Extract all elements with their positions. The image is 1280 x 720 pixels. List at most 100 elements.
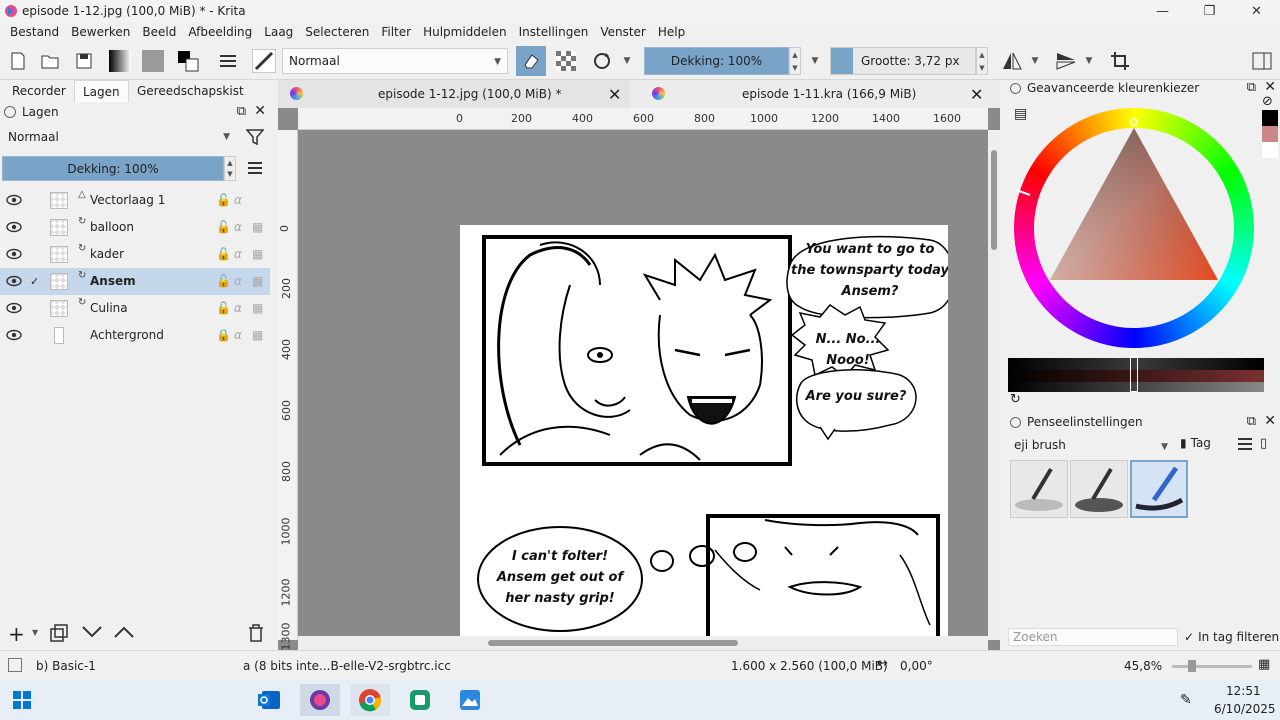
layer-opacity-spinner[interactable]: ▲ ▼: [224, 156, 236, 181]
blend-mode-select[interactable]: Normaal ▼: [282, 48, 508, 74]
save-icon[interactable]: [72, 49, 96, 73]
layer-row-achtergrond[interactable]: Achtergrond 🔒 α ▦: [0, 322, 270, 349]
pin-icon[interactable]: [1010, 416, 1021, 428]
inherit-alpha-icon[interactable]: ▦: [252, 328, 263, 342]
zoom-slider[interactable]: [1172, 665, 1252, 668]
layer-row-kader[interactable]: ↻ kader 🔓 α ▦: [0, 241, 270, 268]
lock-icon[interactable]: 🔓: [216, 193, 231, 207]
tab-lagen[interactable]: Lagen: [74, 80, 129, 102]
outlook-icon[interactable]: [250, 684, 290, 716]
menu-selecteren[interactable]: Selecteren: [305, 25, 369, 39]
scrollbar-thumb[interactable]: [488, 640, 738, 646]
doc-tab-episode-1-11[interactable]: episode 1-11.kra (166,9 MiB) ✕: [640, 80, 992, 108]
chevron-down-icon[interactable]: ▼: [1082, 49, 1096, 73]
menu-instellingen[interactable]: Instellingen: [519, 25, 589, 39]
photos-icon[interactable]: [450, 684, 490, 716]
brush-settings-icon[interactable]: [216, 49, 240, 73]
menu-venster[interactable]: Venster: [600, 25, 646, 39]
layer-opacity-slider[interactable]: Dekking: 100%: [2, 156, 224, 181]
menu-beeld[interactable]: Beeld: [142, 25, 176, 39]
menu-afbeelding[interactable]: Afbeelding: [188, 25, 252, 39]
lock-icon[interactable]: 🔓: [216, 301, 231, 315]
lock-icon[interactable]: 🔓: [216, 220, 231, 234]
move-layer-up-icon[interactable]: [114, 626, 134, 641]
alpha-icon[interactable]: α: [234, 301, 242, 315]
recent-swatch[interactable]: [1262, 126, 1278, 142]
workspace-icon[interactable]: [1250, 49, 1274, 73]
menu-filter[interactable]: Filter: [381, 25, 411, 39]
lock-icon[interactable]: 🔒: [216, 328, 231, 342]
pen-icon[interactable]: ✎: [1180, 692, 1192, 708]
size-spinner[interactable]: ▲ ▼: [976, 47, 988, 75]
inherit-alpha-icon[interactable]: ▦: [252, 301, 263, 315]
mirror-horizontal-icon[interactable]: [1000, 49, 1024, 73]
horizontal-scrollbar[interactable]: [298, 636, 988, 650]
layer-checkbox[interactable]: [30, 303, 41, 314]
layer-checkbox[interactable]: [30, 249, 41, 260]
eye-icon[interactable]: [6, 328, 22, 342]
size-slider[interactable]: Grootte: 3,72 px: [830, 47, 976, 75]
opacity-slider[interactable]: Dekking: 100%: [644, 47, 789, 75]
background-swatch[interactable]: [1262, 142, 1278, 158]
inherit-alpha-icon[interactable]: ▦: [252, 247, 263, 261]
delete-layer-icon[interactable]: [248, 624, 264, 645]
brush-preset-select[interactable]: eji brush ▼: [1008, 434, 1174, 456]
hamburger-icon[interactable]: [248, 162, 262, 177]
close-icon[interactable]: ✕: [970, 85, 983, 104]
menu-laag[interactable]: Laag: [264, 25, 293, 39]
hamburger-icon[interactable]: [1238, 438, 1252, 453]
layer-row-culina[interactable]: ↻ Culina 🔓 α ▦: [0, 295, 270, 322]
new-document-icon[interactable]: [6, 49, 30, 73]
alpha-icon[interactable]: α: [234, 274, 242, 288]
alpha-icon[interactable]: α: [234, 193, 242, 207]
doc-tab-episode-1-12[interactable]: episode 1-12.jpg (100,0 MiB) * ✕: [278, 80, 630, 108]
no-color-icon[interactable]: ⊘: [1262, 94, 1273, 109]
close-icon[interactable]: ✕: [1264, 413, 1276, 429]
foreground-swatch[interactable]: [1262, 110, 1278, 126]
app-icon-green[interactable]: [400, 684, 440, 716]
status-rotation[interactable]: 0,00°: [900, 659, 933, 673]
duplicate-layer-icon[interactable]: [50, 624, 68, 645]
eye-icon[interactable]: [6, 220, 22, 234]
import-icon[interactable]: ▯: [1260, 436, 1267, 451]
lock-icon[interactable]: 🔓: [216, 247, 231, 261]
slider-handle[interactable]: [1130, 356, 1138, 392]
chevron-down-icon[interactable]: ▼: [620, 49, 634, 73]
status-zoom[interactable]: 45,8%: [1124, 659, 1162, 673]
krita-taskbar-icon[interactable]: [300, 684, 340, 716]
chevron-down-icon[interactable]: ▼: [32, 628, 38, 637]
close-icon[interactable]: ✕: [1264, 79, 1276, 95]
color-wheel[interactable]: [1008, 102, 1258, 352]
crop-icon[interactable]: [1108, 49, 1132, 73]
tag-filter-checkbox[interactable]: ✓ In tag filteren: [1184, 630, 1279, 644]
tab-recorder[interactable]: Recorder: [12, 80, 66, 102]
alpha-lock-icon[interactable]: [554, 49, 578, 73]
filter-icon[interactable]: [245, 128, 265, 149]
brush-search-input[interactable]: Zoeken: [1008, 628, 1178, 646]
eye-icon[interactable]: [6, 247, 22, 261]
scrollbar-thumb[interactable]: [991, 150, 997, 250]
mirror-vertical-icon[interactable]: [1054, 49, 1078, 73]
chevron-down-icon[interactable]: ▼: [1028, 49, 1042, 73]
float-dock-icon[interactable]: ⧉: [237, 104, 246, 119]
close-icon[interactable]: ✕: [608, 85, 621, 104]
layer-blend-select[interactable]: Normaal ▼: [2, 124, 236, 150]
float-dock-icon[interactable]: ⧉: [1247, 80, 1256, 95]
clock-date[interactable]: 6/10/2025: [1214, 702, 1276, 716]
brush-preset-icon[interactable]: [252, 49, 276, 73]
layer-checkbox[interactable]: [30, 222, 41, 233]
layer-row-ansem[interactable]: ✓ ↻ Ansem 🔓 α ▦: [0, 268, 270, 295]
layer-row-balloon[interactable]: ↻ balloon 🔓 α ▦: [0, 214, 270, 241]
eye-icon[interactable]: [6, 301, 22, 315]
reload-icon[interactable]: [590, 49, 614, 73]
status-profile[interactable]: a (8 bits inte...B-elle-V2-srgbtrc.icc: [243, 659, 451, 673]
menu-bewerken[interactable]: Bewerken: [71, 25, 130, 39]
menu-hulpmiddelen[interactable]: Hulpmiddelen: [423, 25, 507, 39]
minimize-button[interactable]: —: [1139, 0, 1186, 22]
zoom-slider-handle[interactable]: [1188, 660, 1196, 672]
alpha-icon[interactable]: α: [234, 220, 242, 234]
tab-gereedschapskist[interactable]: Gereedschapskist: [137, 80, 244, 102]
pin-icon[interactable]: [4, 106, 16, 118]
brush-preset-2[interactable]: [1070, 460, 1128, 518]
eye-icon[interactable]: [6, 274, 22, 288]
